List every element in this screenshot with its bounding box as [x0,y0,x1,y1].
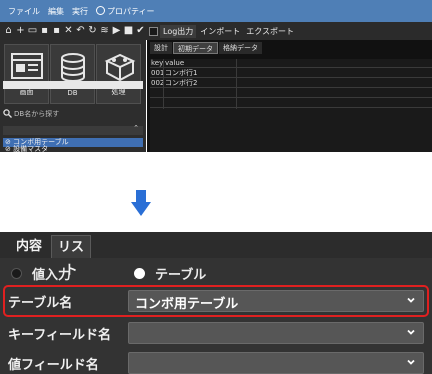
radio-selected[interactable] [134,267,145,279]
right-pane: 設計 初期データ 格納データ key value 001 コンボ行1 002 コ… [147,40,432,152]
gear-icon [96,5,105,15]
radio-value-input-label: 値入力 [32,267,72,283]
database-icon [61,53,85,82]
list-header[interactable]: ⌃ [3,124,143,135]
chevron-down-icon [407,329,415,335]
radio-table[interactable]: テーブル [134,264,207,283]
highlight-box [3,285,429,317]
arrow-down-icon [131,190,151,216]
grid-cell-value: コンボ行1 [165,69,198,77]
app-window: ファイル 編集 実行 プロパティー ⌂ + ▭ ▪ ▪ ✕ ↶ ↻ ≋ ▶ ■ … [0,0,432,154]
radio-unselected[interactable] [11,267,22,279]
field-row-key-field: キーフィールド名 [0,319,432,347]
grid-cell-key: 001 [151,69,165,77]
field-row-value-field: 値フィールド名 [0,349,432,374]
tile-db-label: DB [67,89,78,97]
grid-divider [163,59,164,109]
open-folder-icon[interactable]: ▭ [27,24,38,38]
home-icon[interactable]: ⌂ [3,24,14,38]
add-icon[interactable]: + [15,24,26,38]
save-all-icon[interactable]: ▪ [51,24,62,38]
stop-icon[interactable]: ■ [123,24,134,38]
value-field-select[interactable] [128,352,424,374]
table-row[interactable]: 002 コンボ行2 [150,79,432,88]
radio-value-input[interactable]: 値入力 [11,264,72,283]
export-button[interactable]: エクスポート [246,26,294,37]
play-icon[interactable]: ▶ [111,24,122,38]
toolbar: ⌂ + ▭ ▪ ▪ ✕ ↶ ↻ ≋ ▶ ■ ✔ Log出力 インポート エクスポ… [0,22,432,40]
wifi-icon[interactable]: ≋ [99,24,110,38]
table-row-empty[interactable] [150,89,432,98]
search-icon [3,109,12,118]
tab-content[interactable]: 内容 [7,235,51,258]
key-field-select[interactable] [128,322,424,344]
menu-run[interactable]: 実行 [72,6,88,17]
chevron-up-icon[interactable]: ⌃ [133,124,139,132]
menu-edit[interactable]: 編集 [48,6,64,17]
table-row[interactable]: 001 コンボ行1 [150,69,432,78]
data-grid: key value 001 コンボ行1 002 コンボ行2 [150,59,432,152]
chevron-down-icon [407,359,415,365]
menu-properties[interactable]: プロパティー [96,5,155,17]
tile-screen[interactable]: 画面 [4,44,49,104]
grid-divider [236,59,237,109]
tab-design[interactable]: 設計 [150,42,172,54]
tile-process[interactable]: 処理 [96,44,141,104]
blocks-icon [104,53,136,82]
key-field-label: キーフィールド名 [8,328,111,343]
search-input[interactable] [3,81,143,89]
property-tabs: 内容 リスト [0,232,432,278]
menu-bar: ファイル 編集 実行 プロパティー [0,0,432,22]
menu-file[interactable]: ファイル [8,6,40,17]
tab-initial-data[interactable]: 初期データ [173,42,218,54]
grid-header-key: key [151,59,164,67]
search-placeholder: DB名から探す [14,109,60,118]
tree-item-equipment-master[interactable]: ⊘ 設備マスタ [3,145,143,154]
tile-db[interactable]: DB [50,44,95,104]
undo-icon[interactable]: ↶ [75,24,86,38]
tab-stored-data[interactable]: 格納データ [219,42,262,54]
table-row-empty[interactable] [150,99,432,108]
grid-header-value: value [165,59,185,67]
tree-item-label: 設備マスタ [13,145,49,153]
menu-properties-label: プロパティー [107,6,155,16]
save-icon[interactable]: ▪ [39,24,50,38]
radio-table-label: テーブル [155,267,207,283]
delete-icon[interactable]: ✕ [63,24,74,38]
check-icon[interactable]: ✔ [135,24,146,38]
log-checkbox[interactable] [149,26,158,36]
log-output-button[interactable]: Log出力 [160,24,197,38]
left-pane: 画面 DB 処理 DB名から探す [0,40,146,152]
db-search[interactable]: DB名から探す [3,107,143,120]
grid-cell-value: コンボ行2 [165,79,198,87]
grid-cell-key: 002 [151,79,165,87]
import-button[interactable]: インポート [200,26,240,37]
right-tabs: 設計 初期データ 格納データ [150,42,263,54]
grid-header: key value [150,59,432,68]
screen-icon [11,53,43,79]
refresh-icon[interactable]: ↻ [87,24,98,38]
tab-list[interactable]: リスト [51,235,91,278]
value-field-label: 値フィールド名 [8,358,99,373]
property-panel: 内容 リスト 値入力 テーブル テーブル名 コンボ用テーブル キーフィールド名 … [0,232,432,374]
